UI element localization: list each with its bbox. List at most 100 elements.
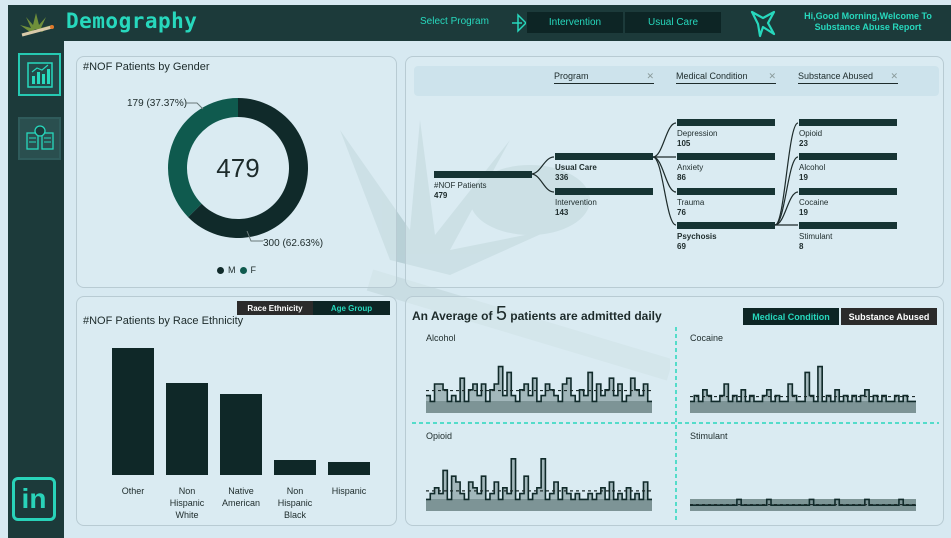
header-bar: Demography Select Program Intervention U… (64, 5, 951, 41)
gender-panel: #NOF Patients by Gender 479 179 (37.37%)… (76, 56, 397, 288)
toggle-race-ethnicity[interactable]: Race Ethnicity (237, 301, 313, 315)
node-label: Psychosis (677, 232, 717, 241)
race-bar-label-line: Non (178, 486, 196, 496)
mini-chart-opioid (426, 458, 652, 511)
race-bar-label-line: Non (286, 486, 304, 496)
node-label: Cocaine (799, 198, 829, 207)
mini-label-opioid: Opioid (426, 431, 453, 441)
mini-label-cocaine: Cocaine (690, 333, 724, 343)
male-value-label: 300 (62.63%) (263, 238, 324, 249)
nav-compare-button[interactable] (18, 117, 61, 160)
versus-compare-icon (25, 124, 54, 150)
daily-admissions-panel: An Average of 5 patients are admitted da… (405, 296, 944, 526)
linkedin-icon[interactable]: in (12, 477, 56, 521)
female-value-label: 179 (37.37%) (127, 98, 188, 109)
node-value: 143 (555, 208, 569, 217)
legend-label-male: M (228, 265, 236, 275)
gender-legend: M F (217, 265, 256, 275)
male-leader-line (246, 231, 263, 242)
node-bar (555, 153, 653, 160)
legend-dot-male (217, 266, 224, 274)
race-bar-label: Native American (211, 485, 271, 509)
greeting-text: Hi,Good Morning,Welcome To Substance Abu… (804, 11, 932, 32)
decomp-node-alcohol[interactable]: Alcohol 19 (799, 153, 897, 183)
node-bar (555, 188, 653, 195)
decomposition-tree-panel: Program ✕ Medical Condition ✕ Substance Ab… (405, 56, 944, 288)
node-bar (799, 119, 897, 126)
node-label: Usual Care (555, 163, 597, 172)
decomp-node-anxiety[interactable]: Anxiety 86 (677, 153, 775, 183)
page-title: Demography (66, 9, 198, 33)
program-button-usual-care[interactable]: Usual Care (625, 12, 721, 33)
node-value: 19 (799, 173, 808, 182)
race-panel: Race Ethnicity Age Group #NOF Patients b… (76, 296, 397, 526)
mini-label-stimulant: Stimulant (690, 431, 728, 441)
race-bar-label: Non Hispanic White (157, 485, 217, 521)
node-label: Intervention (555, 198, 597, 207)
node-value: 8 (799, 242, 804, 251)
mini-label-alcohol: Alcohol (426, 333, 456, 343)
node-bar (677, 222, 775, 229)
node-bar (677, 188, 775, 195)
race-bar-label-line: Hispanic (331, 486, 367, 496)
node-value: 86 (677, 173, 686, 182)
node-value: 336 (555, 173, 569, 182)
race-bar[interactable] (166, 382, 208, 475)
select-program-label: Select Program (420, 16, 489, 27)
race-bar-label: Hispanic (319, 485, 379, 497)
node-label: Anxiety (677, 163, 704, 172)
decomp-node-intervention[interactable]: Intervention 143 (555, 188, 653, 218)
node-label: Stimulant (799, 232, 833, 241)
decomp-node-usual-care[interactable]: Usual Care 336 (555, 153, 653, 183)
brand-leaf-icon (750, 10, 776, 38)
chart-report-icon (26, 61, 53, 88)
race-bar-label-line: Native (228, 486, 254, 496)
nav-report-button[interactable] (18, 53, 61, 96)
decomp-node-depression[interactable]: Depression 105 (677, 119, 775, 149)
program-button-intervention[interactable]: Intervention (527, 12, 623, 33)
node-bar (677, 119, 775, 126)
node-label: Opioid (799, 129, 823, 138)
decomp-node-trauma[interactable]: Trauma 76 (677, 188, 775, 218)
node-bar (434, 171, 532, 178)
node-label: Alcohol (799, 163, 826, 172)
node-value: 23 (799, 139, 808, 148)
cannabis-logo-icon (8, 5, 64, 45)
mini-chart-stimulant (690, 498, 916, 511)
decomp-node-opioid[interactable]: Opioid 23 (799, 119, 897, 149)
node-label: Trauma (677, 198, 705, 207)
node-label: Depression (677, 129, 718, 138)
node-bar (799, 153, 897, 160)
race-bar[interactable] (328, 462, 370, 475)
decomp-node-root[interactable]: #NOF Patients 479 (434, 171, 532, 201)
toggle-age-group[interactable]: Age Group (313, 301, 390, 315)
mini-chart-cocaine (690, 365, 916, 413)
legend-dot-female (239, 266, 247, 274)
race-bar-label-line: White (175, 510, 199, 520)
node-value: 105 (677, 139, 691, 148)
decomp-node-psychosis[interactable]: Psychosis 69 (677, 222, 775, 252)
node-value: 19 (799, 208, 808, 217)
decomp-node-stimulant[interactable]: Stimulant 8 (799, 222, 897, 252)
decomp-node-cocaine[interactable]: Cocaine 19 (799, 188, 897, 218)
race-bar-label: Non Hispanic Black (265, 485, 325, 521)
node-bar (677, 153, 775, 160)
node-value: 479 (434, 191, 448, 200)
node-bar (799, 222, 897, 229)
gender-title: #NOF Patients by Gender (83, 61, 210, 73)
race-bar[interactable] (112, 348, 154, 475)
race-bar-label-line: Hispanic (277, 498, 313, 508)
mini-chart-alcohol (426, 365, 652, 413)
race-bar[interactable] (274, 460, 316, 475)
node-bar (799, 188, 897, 195)
donut-total: 479 (216, 153, 260, 183)
sidebar: in (8, 5, 64, 538)
race-bar-label-line: Other (121, 486, 145, 496)
arrow-right-icon (512, 13, 526, 33)
race-bar[interactable] (220, 393, 262, 475)
node-value: 76 (677, 208, 686, 217)
node-label: #NOF Patients (434, 181, 487, 190)
race-bar-label-line: American (221, 498, 260, 508)
race-bar-label-line: Black (283, 510, 306, 520)
mini-line-alcohol[interactable] (426, 365, 652, 403)
